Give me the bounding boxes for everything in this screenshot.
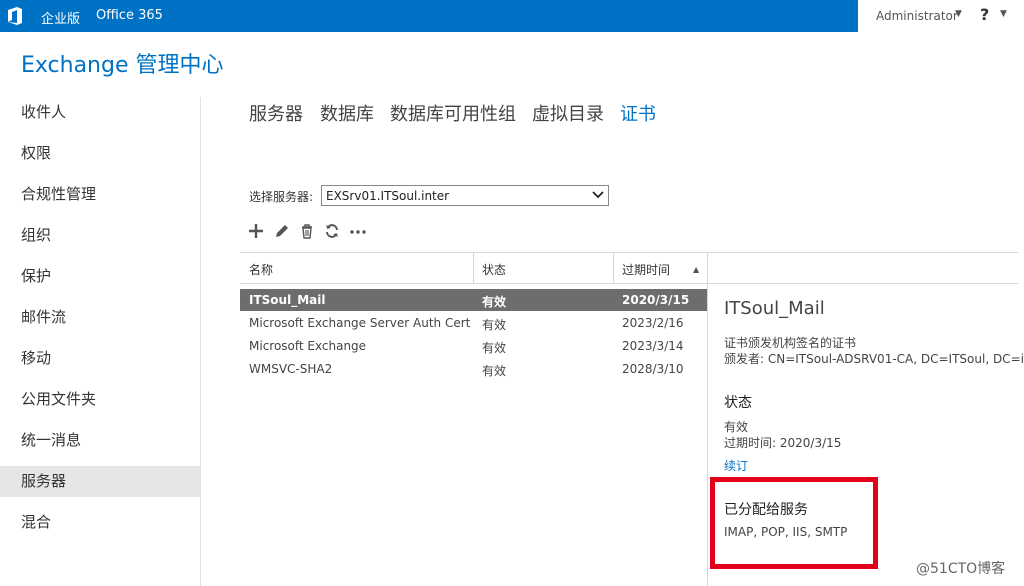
chevron-down-icon	[592, 191, 604, 199]
server-select-label: 选择服务器:	[249, 190, 314, 204]
table-row[interactable]: Microsoft Exchange 有效 2023/3/14	[240, 335, 707, 357]
tab-databases[interactable]: 数据库	[320, 100, 374, 126]
renew-link[interactable]: 续订	[724, 457, 748, 474]
details-expires: 过期时间: 2020/3/15	[724, 436, 842, 450]
more-icon[interactable]	[349, 222, 367, 240]
nav-item-public-folders[interactable]: 公用文件夹	[0, 384, 200, 415]
cell-expires: 2028/3/10	[622, 362, 684, 376]
user-menu-caret-icon[interactable]: ▼	[955, 9, 962, 19]
nav-divider	[200, 97, 201, 586]
delete-icon[interactable]	[298, 222, 316, 240]
edit-icon[interactable]	[273, 222, 291, 240]
highlight-annotation	[710, 477, 878, 569]
cell-status: 有效	[482, 318, 507, 332]
detail-header-border	[707, 283, 1018, 284]
details-status-heading: 状态	[724, 395, 752, 411]
column-divider	[473, 253, 474, 284]
cell-expires: 2023/3/14	[622, 339, 684, 353]
watermark: @51CTO博客	[916, 561, 1006, 577]
table-row[interactable]: ITSoul_Mail 有效 2020/3/15	[240, 289, 707, 311]
nav-item-mail-flow[interactable]: 邮件流	[0, 302, 200, 333]
cell-expires: 2020/3/15	[622, 293, 690, 307]
nav-item-mobile[interactable]: 移动	[0, 343, 200, 374]
column-header-status[interactable]: 状态	[482, 261, 506, 278]
cell-status: 有效	[482, 295, 507, 309]
grid-header: 名称 状态 过期时间	[240, 252, 707, 284]
nav-item-permissions[interactable]: 权限	[0, 138, 200, 169]
nav-item-protection[interactable]: 保护	[0, 261, 200, 292]
user-menu[interactable]: Administrator	[876, 9, 958, 23]
server-select[interactable]: EXSrv01.ITSoul.inter	[321, 185, 609, 206]
sort-ascending-icon[interactable]: ▲	[693, 265, 699, 274]
top-bar: 企业版 Office 365 Administrator ▼ ? ▼	[0, 0, 1024, 32]
details-status-value: 有效	[724, 420, 749, 434]
app-title: Exchange 管理中心	[21, 53, 224, 78]
nav-item-compliance[interactable]: 合规性管理	[0, 179, 200, 210]
help-menu-caret-icon[interactable]: ▼	[1000, 9, 1007, 19]
column-header-expires[interactable]: 过期时间	[622, 261, 670, 278]
cell-name: WMSVC-SHA2	[249, 362, 333, 376]
edition-label[interactable]: 企业版	[41, 8, 80, 27]
nav-item-servers[interactable]: 服务器	[0, 466, 200, 497]
office-logo-icon[interactable]	[6, 6, 24, 26]
cell-name: Microsoft Exchange	[249, 339, 367, 353]
details-issuer: 颁发者: CN=ITSoul-ADSRV01-CA, DC=ITSoul, DC…	[724, 352, 1024, 366]
column-divider	[613, 253, 614, 284]
server-select-value: EXSrv01.ITSoul.inter	[326, 189, 450, 203]
tab-certificates[interactable]: 证书	[620, 100, 656, 126]
nav-item-recipients[interactable]: 收件人	[0, 97, 200, 128]
nav-item-hybrid[interactable]: 混合	[0, 507, 200, 538]
pane-divider	[707, 252, 708, 586]
cell-status: 有效	[482, 341, 507, 355]
table-row[interactable]: Microsoft Exchange Server Auth Certific.…	[240, 312, 707, 334]
table-row[interactable]: WMSVC-SHA2 有效 2028/3/10	[240, 358, 707, 380]
cell-status: 有效	[482, 364, 507, 378]
detail-header-border	[707, 252, 1018, 253]
details-cert-type: 证书颁发机构签名的证书	[724, 336, 857, 350]
tab-virtual-directories[interactable]: 虚拟目录	[532, 100, 604, 126]
cell-name: Microsoft Exchange Server Auth Certific.…	[249, 316, 471, 330]
tab-servers[interactable]: 服务器	[249, 100, 303, 126]
refresh-icon[interactable]	[323, 222, 341, 240]
nav-item-organization[interactable]: 组织	[0, 220, 200, 251]
office365-link[interactable]: Office 365	[96, 8, 163, 23]
cell-name: ITSoul_Mail	[249, 293, 326, 307]
tab-dag[interactable]: 数据库可用性组	[390, 100, 516, 126]
nav-item-unified-messaging[interactable]: 统一消息	[0, 425, 200, 456]
add-icon[interactable]	[247, 222, 265, 240]
details-title: ITSoul_Mail	[724, 298, 825, 319]
column-header-name[interactable]: 名称	[249, 261, 273, 278]
help-button[interactable]: ?	[980, 5, 989, 24]
cell-expires: 2023/2/16	[622, 316, 684, 330]
